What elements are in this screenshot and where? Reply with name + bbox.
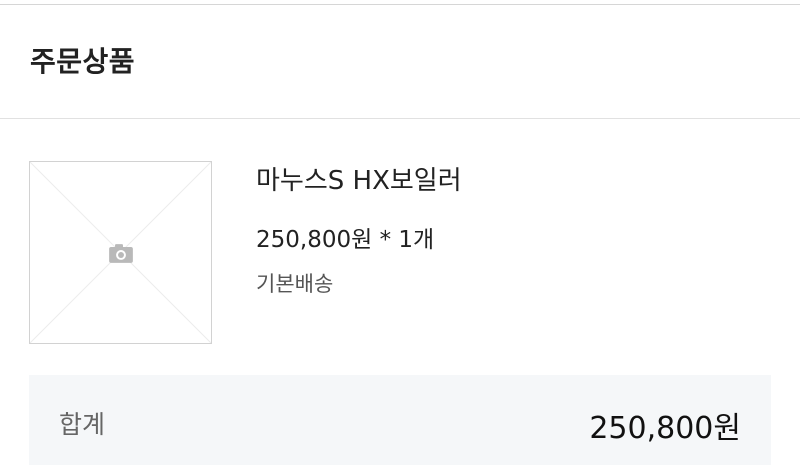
product-name-link[interactable]: 마누스S HX보일러: [256, 160, 462, 197]
top-border-divider: [0, 4, 800, 5]
section-title: 주문상품: [30, 45, 136, 78]
camera-icon: [109, 244, 133, 263]
placeholder-image: [30, 162, 211, 343]
total-amount: 250,800원: [589, 411, 741, 446]
total-label: 합계: [59, 410, 106, 439]
product-price-quantity: 250,800원 * 1개: [256, 227, 435, 253]
header-divider: [0, 118, 800, 119]
order-products-section: 주문상품 마누스S HX보일러 250,800원 * 1개 기본배송 합계 25…: [0, 0, 800, 465]
order-summary-box: 합계 250,800원: [29, 375, 771, 465]
product-thumbnail[interactable]: [29, 161, 212, 344]
shipping-type: 기본배송: [256, 272, 334, 296]
